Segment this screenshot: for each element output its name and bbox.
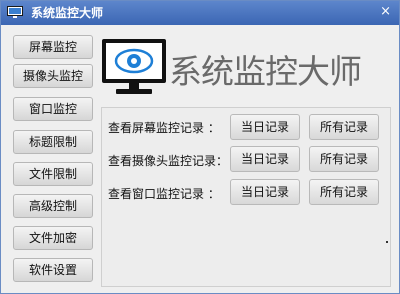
sidebar-item-camera-monitor[interactable]: 摄像头监控 — [13, 64, 93, 88]
main-window: 系统监控大师 × 屏幕监控 摄像头监控 窗口监控 标题限制 文件限制 高级控制 … — [0, 0, 400, 294]
sidebar-item-window-monitor[interactable]: 窗口监控 — [13, 97, 93, 121]
sidebar-item-title-restrict[interactable]: 标题限制 — [13, 130, 93, 154]
close-icon[interactable]: × — [380, 4, 391, 20]
sidebar-item-screen-monitor[interactable]: 屏幕监控 — [13, 35, 93, 59]
camera-today-record-button[interactable]: 当日记录 — [230, 146, 300, 172]
camera-all-records-button[interactable]: 所有记录 — [309, 146, 379, 172]
window-title: 系统监控大师 — [31, 6, 104, 20]
sidebar-item-file-encrypt[interactable]: 文件加密 — [13, 226, 93, 250]
window-record-label: 查看窗口监控记录 ： — [108, 187, 220, 201]
sidebar-item-software-settings[interactable]: 软件设置 — [13, 258, 93, 282]
monitor-eye-icon — [102, 39, 166, 94]
sidebar-item-advanced-control[interactable]: 高级控制 — [13, 194, 93, 218]
window-today-record-button[interactable]: 当日记录 — [230, 179, 300, 205]
brand-title: 系统监控大师 — [169, 52, 362, 91]
decorative-dot — [386, 241, 388, 243]
title-bar[interactable]: 系统监控大师 × — [1, 1, 399, 25]
screen-record-label: 查看屏幕监控记录 ： — [108, 121, 220, 135]
monitor-app-icon — [7, 6, 23, 18]
window-all-records-button[interactable]: 所有记录 — [309, 179, 379, 205]
screen-all-records-button[interactable]: 所有记录 — [309, 114, 379, 140]
screen-today-record-button[interactable]: 当日记录 — [230, 114, 300, 140]
camera-record-label: 查看摄像头监控记录： — [108, 154, 229, 168]
sidebar-item-file-restrict[interactable]: 文件限制 — [13, 162, 93, 186]
